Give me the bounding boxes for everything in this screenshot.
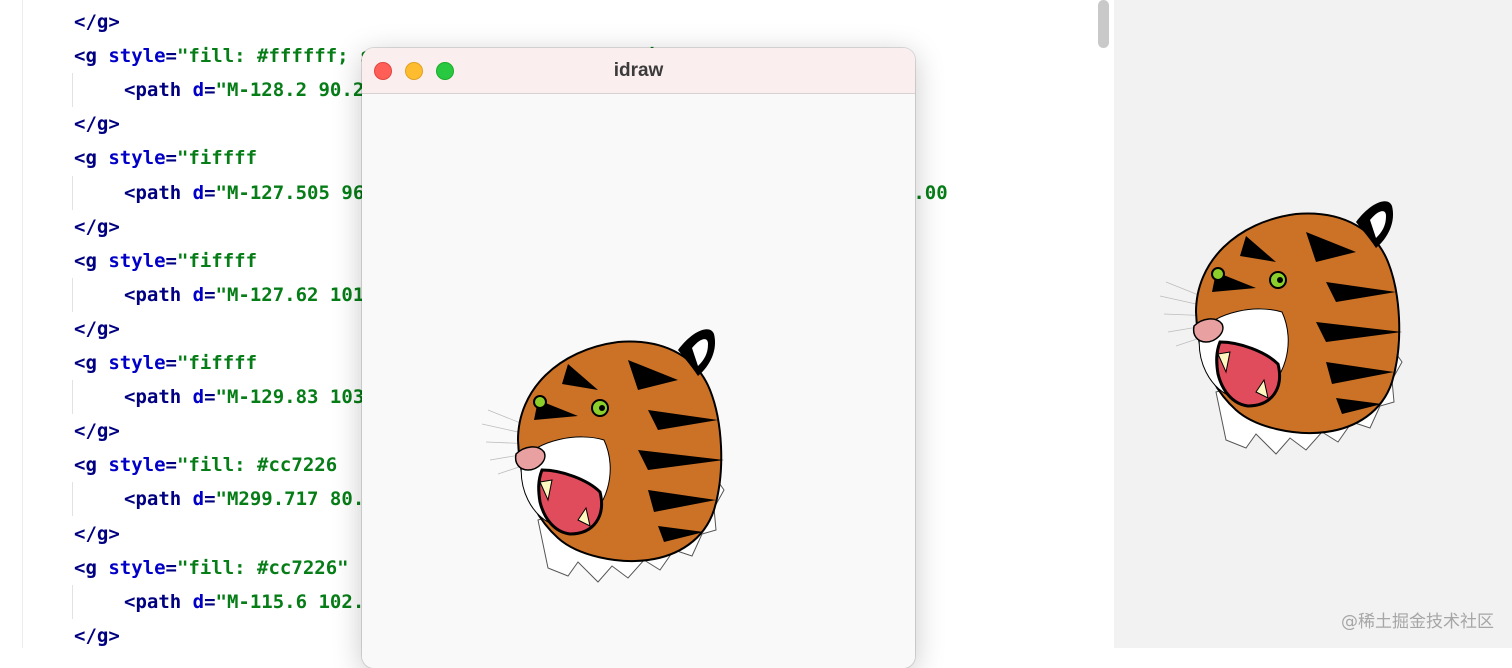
indent-guide xyxy=(72,175,73,210)
tiger-eye xyxy=(1211,267,1225,281)
equals-sign: = xyxy=(165,147,177,170)
closing-tag: </g> xyxy=(74,113,120,136)
equals-sign: = xyxy=(165,45,177,68)
attribute-value: "fiffff xyxy=(176,352,258,374)
tag-open: <g xyxy=(74,249,109,272)
drawing-canvas[interactable] xyxy=(362,94,915,668)
closing-tag: </g> xyxy=(74,215,120,238)
equals-sign: = xyxy=(165,352,177,374)
attribute-name: d xyxy=(192,79,205,102)
closing-tag: </g> xyxy=(74,11,120,33)
equals-sign: = xyxy=(204,79,216,102)
code-line-close: </g> xyxy=(74,107,120,141)
indent-guide xyxy=(72,380,73,415)
window-title: idraw xyxy=(613,60,664,81)
tiger-pupil xyxy=(599,405,605,411)
gutter-divider xyxy=(22,0,23,648)
code-line-close: </g> xyxy=(74,5,120,39)
tag-open: <path xyxy=(124,283,193,306)
attribute-value: "fill: #cc7226 xyxy=(176,454,338,477)
equals-sign: = xyxy=(165,556,177,579)
code-line-group: <g style="fiffff xyxy=(74,141,257,175)
attribute-name: d xyxy=(192,181,205,204)
watermark: @稀土掘金技术社区 xyxy=(1341,612,1494,632)
window-titlebar[interactable]: idraw xyxy=(362,48,915,94)
indent-guide xyxy=(72,584,73,619)
attribute-name: d xyxy=(192,488,205,511)
code-line-group: <g style="fiffff xyxy=(74,346,257,380)
tag-open: <path xyxy=(124,79,193,102)
closing-tag: </g> xyxy=(74,522,120,545)
code-line-group: <g style="fill: #cc7226 xyxy=(74,448,337,482)
code-line-close: </g> xyxy=(74,517,120,551)
tiger-illustration xyxy=(1159,201,1403,455)
closing-tag: </g> xyxy=(74,317,120,340)
code-line-close: </g> xyxy=(74,312,120,346)
tag-open: <path xyxy=(124,386,193,409)
code-line-close: </g> xyxy=(74,210,120,244)
equals-sign: = xyxy=(204,283,216,306)
tag-open: <g xyxy=(74,147,109,170)
tiger-illustration xyxy=(481,329,725,583)
tag-open: <path xyxy=(124,590,193,613)
tiger-pupil xyxy=(1277,277,1283,283)
attribute-value: "fiffff xyxy=(176,147,258,170)
equals-sign: = xyxy=(165,454,177,477)
closing-tag: </g> xyxy=(74,624,120,647)
code-line-group: <g style="fiffff xyxy=(74,244,257,278)
tag-open: <g xyxy=(74,454,109,477)
equals-sign: = xyxy=(204,488,216,511)
equals-sign: = xyxy=(165,249,177,272)
tag-open: <g xyxy=(74,45,109,68)
attribute-name: d xyxy=(192,386,205,409)
attribute-value: "fiffff xyxy=(176,249,258,272)
indent-guide xyxy=(72,73,73,108)
equals-sign: = xyxy=(204,386,216,409)
editor-scrollbar[interactable] xyxy=(1096,0,1110,648)
tiger-eye xyxy=(533,395,547,409)
attribute-name: style xyxy=(108,352,166,374)
indent-guide xyxy=(72,482,73,517)
code-line-close: </g> xyxy=(74,414,120,448)
code-line-close: </g> xyxy=(74,619,120,648)
attribute-value: "fill: #cc7226" xyxy=(176,556,349,579)
attribute-name: style xyxy=(108,556,166,579)
code-line-group: <g style="fill: #cc7226" xyxy=(74,551,349,585)
equals-sign: = xyxy=(204,181,216,204)
closing-tag: </g> xyxy=(74,420,120,443)
attribute-name: d xyxy=(192,283,205,306)
attribute-name: style xyxy=(108,454,166,477)
equals-sign: = xyxy=(204,590,216,613)
indent-guide xyxy=(72,277,73,312)
editor-scrollbar-thumb[interactable] xyxy=(1098,0,1109,48)
tag-open: <g xyxy=(74,352,109,374)
tag-open: <path xyxy=(124,488,193,511)
attribute-name: style xyxy=(108,45,166,68)
attribute-name: style xyxy=(108,147,166,170)
tag-open: <g xyxy=(74,556,109,579)
idraw-window[interactable]: idraw xyxy=(362,48,915,668)
attribute-name: style xyxy=(108,249,166,272)
tag-open: <path xyxy=(124,181,193,204)
attribute-name: d xyxy=(192,590,205,613)
